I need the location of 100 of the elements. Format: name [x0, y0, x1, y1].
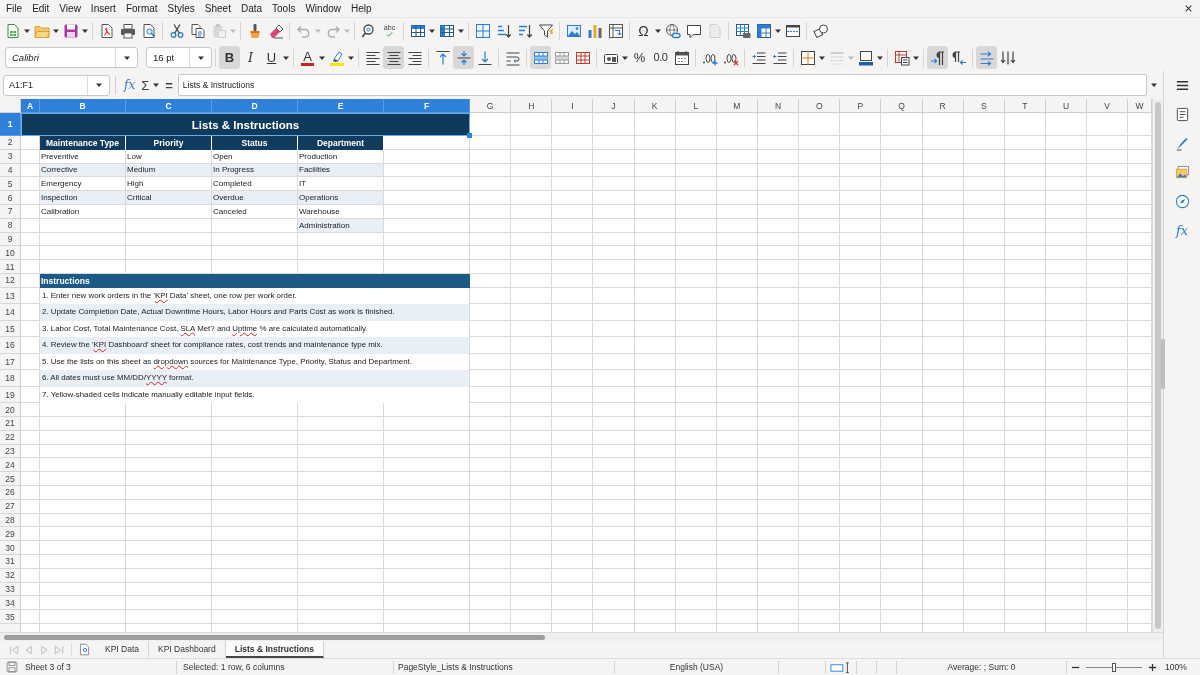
row-header[interactable]: 31 — [0, 555, 21, 569]
column-header[interactable]: M — [716, 99, 758, 113]
menu-item[interactable]: Sheet — [199, 3, 236, 14]
column-header[interactable]: G — [470, 99, 512, 113]
save-status-icon[interactable] — [6, 661, 18, 673]
sheet-tab[interactable]: Lists & Instructions — [225, 641, 325, 658]
pen-icon — [1174, 135, 1190, 151]
column-header[interactable]: J — [593, 99, 635, 113]
row-header[interactable]: 2 — [0, 136, 21, 150]
name-box[interactable]: A1:F1 — [3, 74, 110, 96]
column-header[interactable]: V — [1087, 99, 1129, 113]
row-header[interactable]: 25 — [0, 472, 21, 487]
merge-center-button[interactable] — [530, 46, 551, 69]
caret-icon[interactable] — [81, 27, 89, 35]
menu-item[interactable]: Data — [235, 3, 268, 14]
column-header[interactable]: O — [799, 99, 841, 113]
italic-button[interactable]: I — [240, 46, 261, 69]
functions-button[interactable]: fx — [1170, 218, 1194, 242]
caret-icon[interactable] — [1150, 81, 1158, 89]
row-header[interactable]: 26 — [0, 486, 21, 500]
table-cell: Operations — [298, 191, 384, 205]
column-header[interactable]: S — [963, 99, 1005, 113]
menu-item[interactable]: Styles — [162, 3, 200, 14]
column-header[interactable]: R — [922, 99, 964, 113]
column-header[interactable]: C — [126, 99, 212, 113]
column-header[interactable]: D — [212, 99, 298, 113]
sheet-tab[interactable]: KPI Dashboard — [149, 641, 226, 657]
caret-icon[interactable] — [52, 27, 60, 35]
row-header[interactable]: 34 — [0, 596, 21, 611]
bold-button[interactable]: B — [219, 46, 240, 69]
font-name-field[interactable]: Calibri — [5, 47, 138, 68]
horizontal-scrollbar[interactable] — [0, 632, 1163, 641]
column-header[interactable]: W — [1128, 99, 1152, 113]
column-header[interactable]: U — [1045, 99, 1088, 113]
formula-input-field[interactable]: Lists & Instructions — [177, 74, 1147, 96]
column-header[interactable]: Q — [881, 99, 923, 113]
row-header[interactable]: 18 — [0, 370, 21, 387]
row-header[interactable]: 14 — [0, 304, 21, 321]
menu-item[interactable]: Edit — [27, 3, 55, 14]
row-header[interactable]: 16 — [0, 337, 21, 354]
row-header[interactable]: 6 — [0, 191, 21, 205]
column-header[interactable]: K — [634, 99, 676, 113]
row-header[interactable]: 21 — [0, 417, 21, 431]
column-header[interactable]: I — [552, 99, 594, 113]
row-header[interactable]: 30 — [0, 541, 21, 556]
caret-icon[interactable] — [654, 27, 662, 35]
column-header[interactable]: F — [384, 99, 470, 113]
row-header[interactable]: 10 — [0, 246, 21, 261]
column-header[interactable]: H — [511, 99, 553, 113]
left-to-right-button[interactable] — [927, 46, 948, 69]
row-header[interactable]: 5 — [0, 177, 21, 192]
caret-icon[interactable] — [23, 27, 31, 35]
row-header[interactable]: 35 — [0, 610, 21, 624]
caret-icon[interactable] — [774, 27, 782, 35]
selection-handle-icon[interactable] — [467, 133, 472, 138]
menu-item[interactable]: View — [54, 3, 86, 14]
unmerge-cells-icon — [574, 49, 591, 66]
column-header[interactable]: P — [840, 99, 882, 113]
split-window-icon — [784, 23, 801, 39]
function-wizard-button[interactable]: fx — [121, 75, 139, 95]
caret-icon[interactable] — [457, 27, 465, 35]
sum-button[interactable]: Σ — [138, 75, 153, 95]
number-format-button[interactable]: 0.0 — [650, 46, 671, 69]
menu-item[interactable]: Insert — [85, 3, 121, 14]
add-sheet-icon[interactable] — [78, 643, 91, 656]
sheet-tab[interactable]: KPI Data — [96, 641, 150, 657]
row-header[interactable]: 11 — [0, 260, 21, 274]
column-header[interactable]: N — [758, 99, 800, 113]
percent-format-button[interactable]: % — [629, 46, 650, 69]
column-header[interactable]: B — [40, 99, 126, 113]
font-size-field[interactable]: 16 pt — [146, 47, 212, 68]
menu-item[interactable]: Tools — [267, 3, 301, 14]
underline-button[interactable]: U — [261, 46, 282, 69]
menu-item[interactable]: Help — [346, 3, 377, 14]
column-heading: Status — [212, 136, 298, 150]
column-header[interactable]: T — [1004, 99, 1046, 113]
column-header[interactable]: E — [298, 99, 384, 113]
row-header[interactable]: 1 — [0, 113, 21, 136]
text-left-to-right-button[interactable] — [976, 46, 997, 69]
formula-button[interactable]: = — [162, 75, 176, 95]
column-header[interactable]: L — [675, 99, 717, 113]
row-header[interactable]: 29 — [0, 527, 21, 542]
column-header[interactable]: A — [21, 99, 40, 113]
plus-icon[interactable] — [1148, 662, 1157, 672]
caret-icon[interactable] — [94, 81, 103, 89]
menu-item[interactable]: File — [1, 3, 28, 14]
caret-icon[interactable] — [152, 81, 161, 89]
row-header[interactable]: 20 — [0, 403, 21, 418]
caret-icon[interactable] — [428, 27, 436, 35]
sidebar-handle[interactable] — [1161, 339, 1165, 389]
font-color-button[interactable]: A — [297, 46, 318, 69]
align-center-button[interactable] — [383, 46, 404, 69]
close-icon[interactable] — [1184, 4, 1193, 13]
selection-mode-icon[interactable] — [830, 661, 852, 673]
special-character-button[interactable]: Ω — [633, 19, 654, 43]
menu-item[interactable]: Format — [120, 3, 163, 14]
scrollbar-thumb[interactable] — [4, 635, 545, 640]
slider-thumb[interactable] — [1112, 662, 1116, 672]
menu-item[interactable]: Window — [300, 3, 346, 14]
row-header[interactable]: 24 — [0, 458, 21, 473]
